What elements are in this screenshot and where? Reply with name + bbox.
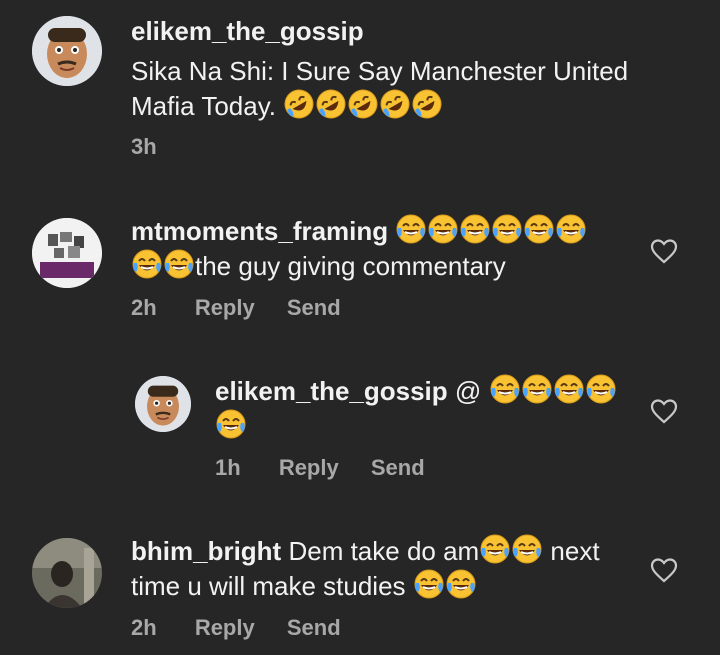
timestamp: 3h: [131, 134, 157, 159]
tears-of-joy-emoji: [396, 214, 427, 244]
rolling-laughing-emoji: [347, 88, 380, 120]
tears-of-joy-emoji: [524, 214, 555, 244]
heart-outline-icon[interactable]: [650, 238, 678, 264]
avatar[interactable]: [32, 538, 102, 608]
comment-text: Dem take do am: [288, 536, 480, 566]
cartoon-face-avatar-icon: [135, 376, 191, 432]
comment-body: elikem_the_gossip @: [215, 373, 635, 443]
cartoon-face-avatar-icon: [32, 16, 102, 86]
comment-meta: 3h: [131, 134, 189, 160]
tears-of-joy-emoji: [413, 569, 444, 599]
reply-button[interactable]: Reply: [195, 295, 255, 320]
tears-of-joy-emoji: [556, 214, 587, 244]
comment-text: the guy giving commentary: [195, 251, 506, 281]
send-button[interactable]: Send: [287, 615, 341, 640]
timestamp: 2h: [131, 295, 157, 320]
tears-of-joy-emoji: [132, 249, 162, 279]
tears-of-joy-emoji: [492, 214, 523, 244]
photo-avatar-icon: [32, 538, 102, 608]
comment-meta: 2h Reply Send: [131, 615, 367, 641]
heart-outline-icon[interactable]: [650, 398, 678, 424]
comment-meta: 2h Reply Send: [131, 295, 367, 321]
comment-line-1: Sika Na Shi: I Sure Say Manchester Unite…: [131, 56, 629, 86]
tears-of-joy-emoji: [512, 534, 543, 564]
tears-of-joy-emoji: [164, 249, 194, 279]
comment-text-cont: next: [543, 536, 600, 566]
rolling-laughing-emoji: [379, 88, 412, 120]
send-button[interactable]: Send: [371, 455, 425, 480]
comment-text: Mafia Today.: [131, 91, 277, 121]
tears-of-joy-emoji: [460, 214, 491, 244]
mention[interactable]: @: [455, 376, 481, 406]
tears-of-joy-emoji: [428, 214, 459, 244]
tears-of-joy-emoji: [489, 374, 520, 404]
reply-button[interactable]: Reply: [195, 615, 255, 640]
comment-body: mtmoments_framing the guy giving comment…: [131, 213, 631, 283]
comment-line-2: Mafia Today.: [131, 88, 628, 123]
timestamp: 1h: [215, 455, 241, 480]
timestamp: 2h: [131, 615, 157, 640]
avatar[interactable]: [32, 218, 102, 288]
avatar[interactable]: [32, 16, 102, 86]
send-button[interactable]: Send: [287, 295, 341, 320]
tears-of-joy-emoji: [480, 534, 511, 564]
reply-button[interactable]: Reply: [279, 455, 339, 480]
comment-body: bhim_bright Dem take do am next time u w…: [131, 533, 631, 603]
comment-meta: 1h Reply Send: [215, 455, 451, 481]
tears-of-joy-emoji: [521, 374, 552, 404]
username[interactable]: elikem_the_gossip: [131, 14, 628, 48]
rolling-laughing-emoji: [411, 88, 444, 120]
tears-of-joy-emoji: [585, 374, 616, 404]
username[interactable]: bhim_bright: [131, 536, 281, 566]
tears-of-joy-emoji: [445, 569, 476, 599]
username[interactable]: mtmoments_framing: [131, 216, 388, 246]
framing-logo-avatar-icon: [32, 218, 102, 288]
comment-body: elikem_the_gossip Sika Na Shi: I Sure Sa…: [131, 14, 628, 123]
rolling-laughing-emoji: [283, 88, 316, 120]
tears-of-joy-emoji: [216, 409, 246, 439]
rolling-laughing-emoji: [315, 88, 348, 120]
avatar[interactable]: [135, 376, 191, 432]
comment-text-line-2: time u will make studies: [131, 571, 413, 601]
username[interactable]: elikem_the_gossip: [215, 376, 448, 406]
tears-of-joy-emoji: [553, 374, 584, 404]
heart-outline-icon[interactable]: [650, 557, 678, 583]
